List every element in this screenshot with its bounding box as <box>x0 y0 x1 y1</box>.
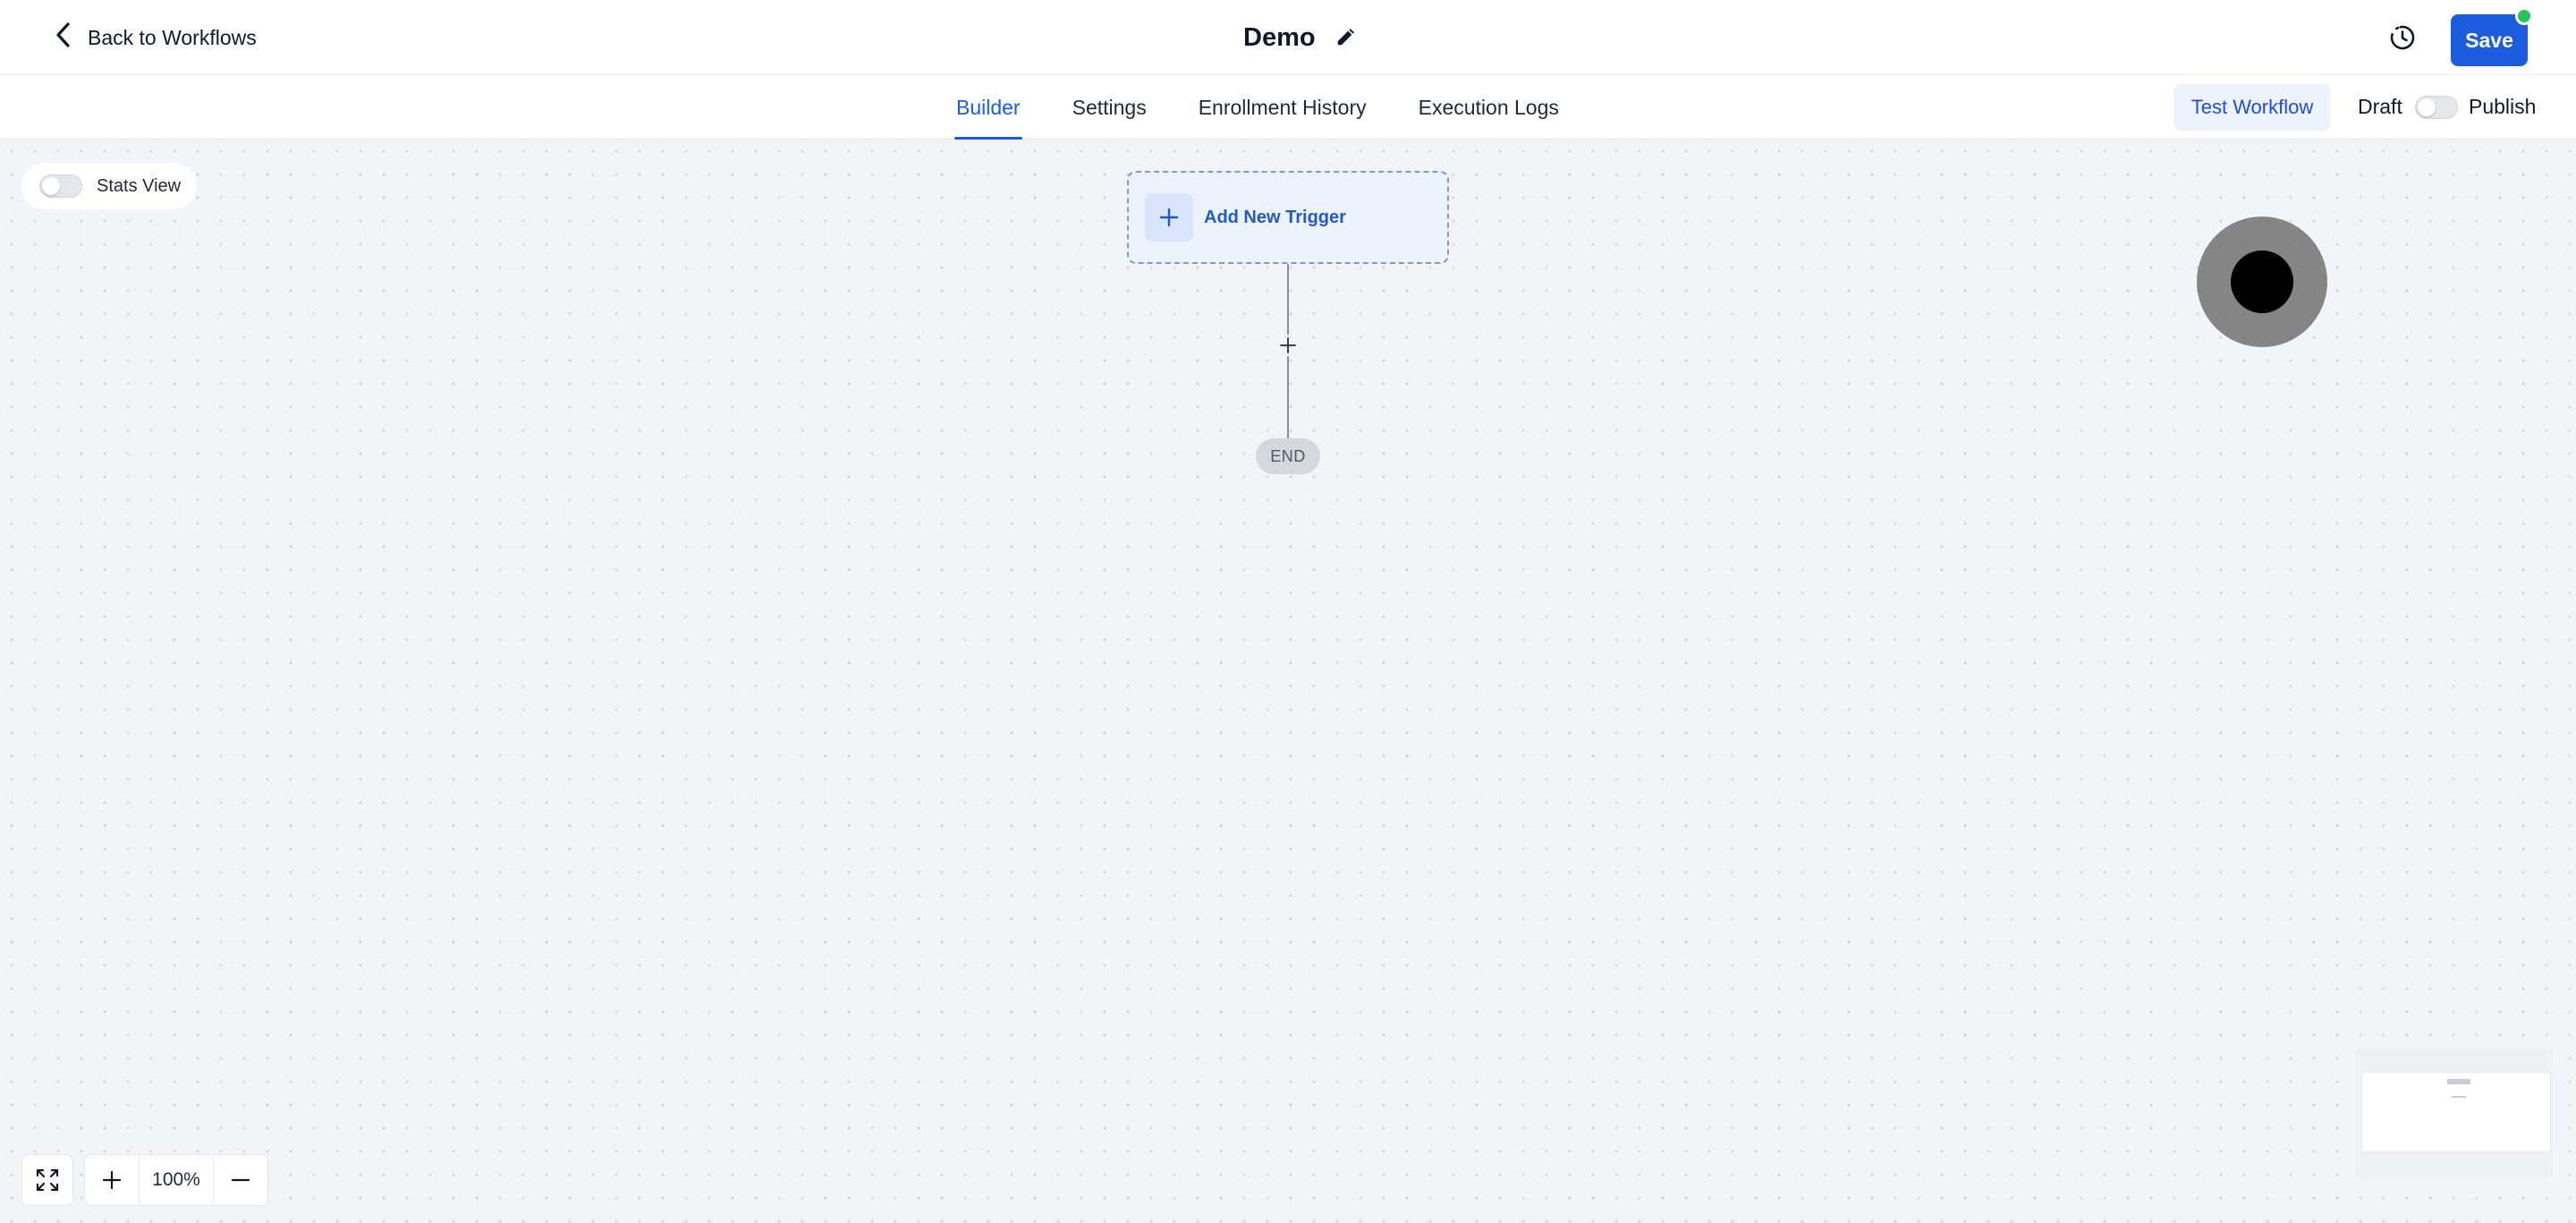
plus-icon <box>1145 193 1193 242</box>
tab-execution-logs[interactable]: Execution Logs <box>1417 75 1561 140</box>
add-new-trigger-card[interactable]: Add New Trigger <box>1127 171 1449 264</box>
zoom-in-button[interactable] <box>85 1155 139 1205</box>
save-button[interactable]: Save <box>2451 14 2528 66</box>
zoom-controls: 100% <box>84 1154 268 1206</box>
toggle-knob <box>2418 98 2436 116</box>
top-header: Back to Workflows Demo Save <box>0 0 2576 75</box>
workflow-title-group: Demo <box>1243 18 1355 57</box>
publish-label: Publish <box>2469 95 2537 118</box>
stats-view-label: Stats View <box>97 175 182 196</box>
add-new-trigger-label: Add New Trigger <box>1204 207 1346 227</box>
stats-view-control: Stats View <box>21 163 197 209</box>
chevron-left-icon <box>52 21 75 55</box>
back-to-workflows-link[interactable]: Back to Workflows <box>52 20 257 55</box>
test-workflow-button[interactable]: Test Workflow <box>2174 84 2331 131</box>
connector-line <box>1287 264 1289 335</box>
page-title: Demo <box>1243 22 1316 52</box>
draft-label: Draft <box>2358 95 2402 118</box>
end-node: END <box>1256 438 1320 474</box>
minus-icon <box>231 1178 250 1182</box>
tab-list: Builder Settings Enrollment History Exec… <box>954 75 1561 140</box>
publish-toggle[interactable] <box>2415 96 2458 119</box>
stats-view-toggle[interactable] <box>39 174 82 198</box>
plus-icon <box>102 1170 122 1190</box>
minimap-trigger-node <box>2447 1079 2470 1084</box>
clock-history-icon[interactable] <box>2386 21 2419 54</box>
tab-builder[interactable]: Builder <box>954 75 1022 140</box>
zoom-out-button[interactable] <box>214 1155 267 1205</box>
tab-enrollment-history[interactable]: Enrollment History <box>1197 75 1368 140</box>
status-indicator-dot <box>2515 7 2533 25</box>
back-to-workflows-label: Back to Workflows <box>88 25 257 49</box>
pencil-icon[interactable] <box>1335 28 1355 47</box>
workflow-canvas[interactable]: Stats View Add New Trigger END 100% <box>0 140 2576 1223</box>
connector-line <box>1287 356 1289 438</box>
expand-arrows-icon <box>36 1168 59 1192</box>
add-step-button[interactable] <box>1277 335 1299 356</box>
tab-settings[interactable]: Settings <box>1071 75 1148 140</box>
workflow-subnav: Builder Settings Enrollment History Exec… <box>0 75 2576 140</box>
minimap-viewport[interactable] <box>2361 1072 2551 1152</box>
minimap[interactable] <box>2356 1049 2553 1177</box>
minimap-end-node <box>2452 1096 2466 1098</box>
plus-icon <box>1280 337 1296 353</box>
cursor-dot <box>2231 251 2293 313</box>
fit-view-button[interactable] <box>21 1154 73 1206</box>
zoom-level: 100% <box>139 1155 214 1205</box>
toggle-knob <box>42 177 60 195</box>
